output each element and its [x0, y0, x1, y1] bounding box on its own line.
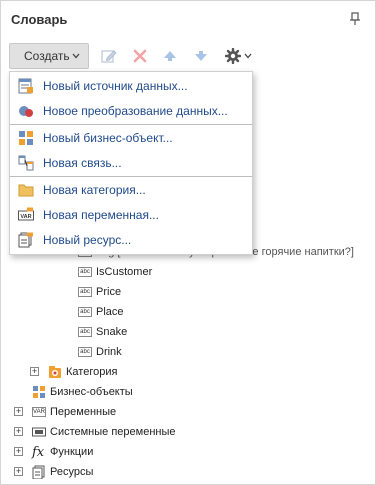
menu-item-new-relation[interactable]: Новая связь... [10, 151, 252, 175]
tree-row-variables[interactable]: + VAR Переменные [14, 403, 117, 421]
tree-row-label: Бизнес-объекты [50, 386, 133, 398]
resource-icon [18, 232, 33, 248]
move-up-icon[interactable] [162, 48, 178, 64]
business-object-icon [19, 131, 33, 145]
tree-row-place[interactable]: abc Place [78, 303, 124, 321]
menu-item-label: Новая связь... [43, 156, 122, 170]
menu-item-label: Новый бизнес-объект... [43, 131, 173, 145]
move-down-icon[interactable] [193, 48, 209, 64]
menu-item-new-resource[interactable]: Новый ресурс... [10, 228, 252, 252]
menu-separator [10, 176, 252, 177]
expand-icon[interactable]: + [14, 467, 23, 476]
expand-icon[interactable]: + [14, 447, 23, 456]
menu-item-new-datasource[interactable]: Новый источник данных... [10, 74, 252, 98]
expand-icon[interactable]: + [14, 427, 23, 436]
tree-row-business-objects[interactable]: Бизнес-объекты [32, 383, 133, 401]
tree-row-label: Функции [50, 446, 94, 458]
expand-icon[interactable]: + [30, 367, 39, 376]
menu-separator [10, 124, 252, 125]
column-icon: abc [78, 307, 92, 317]
menu-item-label: Новая переменная... [43, 208, 159, 222]
tree-row-label: Drink [96, 346, 122, 358]
tree-row-label: Price [96, 286, 122, 298]
create-button-label: Создать [24, 49, 70, 63]
tree-row-label: IsCustomer [96, 266, 153, 278]
tree-row-category[interactable]: + Категория [30, 363, 118, 381]
create-button[interactable]: Создать [9, 43, 89, 69]
pin-icon[interactable] [349, 12, 361, 26]
menu-item-new-business-object[interactable]: Новый бизнес-объект... [10, 126, 252, 150]
relation-icon [18, 155, 34, 171]
chevron-down-icon [72, 53, 80, 59]
menu-item-label: Новый источник данных... [43, 79, 188, 93]
datasource-icon [18, 78, 33, 94]
tree-row-label: Place [96, 306, 124, 318]
system-variable-icon [32, 427, 46, 437]
dictionary-panel: Словарь Создать горячие напитки?] abc Is… [0, 0, 376, 485]
tree-row-price[interactable]: abc Price [78, 283, 121, 301]
toolbar: Создать [9, 43, 367, 69]
menu-item-label: Новый ресурс... [43, 233, 132, 247]
column-icon: abc [78, 327, 92, 337]
menu-item-new-category[interactable]: Новая категория... [10, 178, 252, 202]
tree-row-drink[interactable]: abc Drink [78, 343, 122, 361]
gear-icon[interactable] [225, 48, 241, 64]
menu-item-new-variable[interactable]: VAR Новая переменная... [10, 203, 252, 227]
tree-row-label: Категория [66, 366, 118, 378]
column-icon: abc [78, 267, 92, 277]
function-icon: fx [32, 444, 45, 460]
column-icon: abc [78, 287, 92, 297]
business-object-icon [33, 386, 45, 398]
menu-item-label: Новая категория... [43, 183, 146, 197]
tree-row-label: Ресурсы [50, 466, 94, 478]
tree-row-iscustomer[interactable]: abc IsCustomer [78, 263, 152, 281]
variable-icon: VAR [18, 207, 34, 221]
edit-icon[interactable] [101, 48, 117, 64]
tree-row-system-variables[interactable]: + Системные переменные [14, 423, 176, 441]
tree-row-label: Переменные [50, 406, 117, 418]
tree-row-label: Системные переменные [50, 426, 176, 438]
folder-icon [18, 184, 34, 197]
menu-item-new-transformation[interactable]: Новое преобразование данных... [10, 99, 252, 123]
tree-row-resources[interactable]: + Ресурсы [14, 463, 94, 481]
menu-item-label: Новое преобразование данных... [43, 104, 228, 118]
delete-icon[interactable] [132, 48, 148, 64]
chevron-down-icon[interactable] [244, 53, 252, 59]
variable-icon: VAR [32, 407, 46, 417]
create-dropdown-menu: Новый источник данных... Новое преобразо… [9, 71, 253, 255]
panel-title: Словарь [11, 12, 68, 27]
column-icon: abc [78, 347, 92, 357]
resource-icon [32, 465, 45, 479]
svg-text:VAR: VAR [20, 214, 31, 220]
tree-row-snake[interactable]: abc Snake [78, 323, 127, 341]
transformation-icon [19, 106, 33, 117]
tree-row-label: Snake [96, 326, 128, 338]
expand-icon[interactable]: + [14, 407, 23, 416]
category-icon [49, 366, 61, 378]
tree-row-functions[interactable]: + fx Функции [14, 443, 94, 461]
